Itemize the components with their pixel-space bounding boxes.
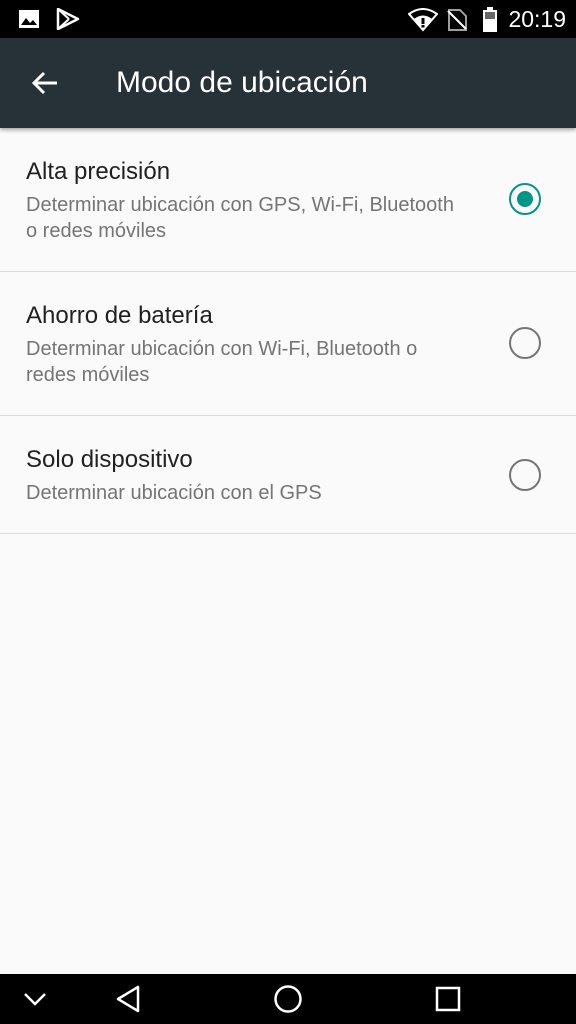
option-summary: Determinar ubicación con Wi-Fi, Bluetoot… bbox=[26, 338, 418, 386]
option-high-accuracy[interactable]: Alta precisión Determinar ubicación con … bbox=[0, 128, 576, 272]
image-icon bbox=[19, 10, 39, 28]
wifi-icon bbox=[408, 8, 438, 32]
option-title: Ahorro de batería bbox=[26, 302, 213, 329]
arrow-back-icon bbox=[31, 71, 57, 95]
chevron-down-icon bbox=[24, 993, 46, 1006]
option-summary: Determinar ubicación con GPS, Wi-Fi, Blu… bbox=[26, 194, 454, 242]
hide-keyboard-button[interactable] bbox=[14, 974, 56, 1024]
nav-recents-button[interactable] bbox=[426, 974, 470, 1024]
radio-button-selected[interactable] bbox=[509, 183, 541, 215]
page-title: Modo de ubicación bbox=[116, 66, 368, 99]
option-title: Solo dispositivo bbox=[26, 446, 193, 473]
status-bar: 20:19 bbox=[0, 0, 576, 38]
option-title: Alta precisión bbox=[26, 158, 171, 185]
radio-dot bbox=[517, 191, 533, 207]
battery-icon bbox=[483, 7, 497, 32]
radio-button[interactable] bbox=[509, 327, 541, 359]
home-circle-icon bbox=[274, 985, 302, 1013]
back-triangle-icon bbox=[116, 985, 140, 1013]
nav-back-button[interactable] bbox=[106, 974, 150, 1024]
no-sim-icon bbox=[447, 9, 467, 31]
back-button[interactable] bbox=[22, 60, 68, 106]
play-store-icon bbox=[56, 8, 80, 30]
recents-square-icon bbox=[435, 986, 461, 1012]
status-clock: 20:19 bbox=[508, 6, 566, 32]
app-toolbar: Modo de ubicación bbox=[0, 38, 576, 128]
option-summary: Determinar ubicación con el GPS bbox=[26, 482, 322, 504]
navigation-bar bbox=[0, 974, 576, 1024]
location-mode-list: Alta precisión Determinar ubicación con … bbox=[0, 128, 576, 534]
option-device-only[interactable]: Solo dispositivo Determinar ubicación co… bbox=[0, 416, 576, 534]
option-battery-saving[interactable]: Ahorro de batería Determinar ubicación c… bbox=[0, 272, 576, 416]
radio-button[interactable] bbox=[509, 459, 541, 491]
nav-home-button[interactable] bbox=[266, 974, 310, 1024]
